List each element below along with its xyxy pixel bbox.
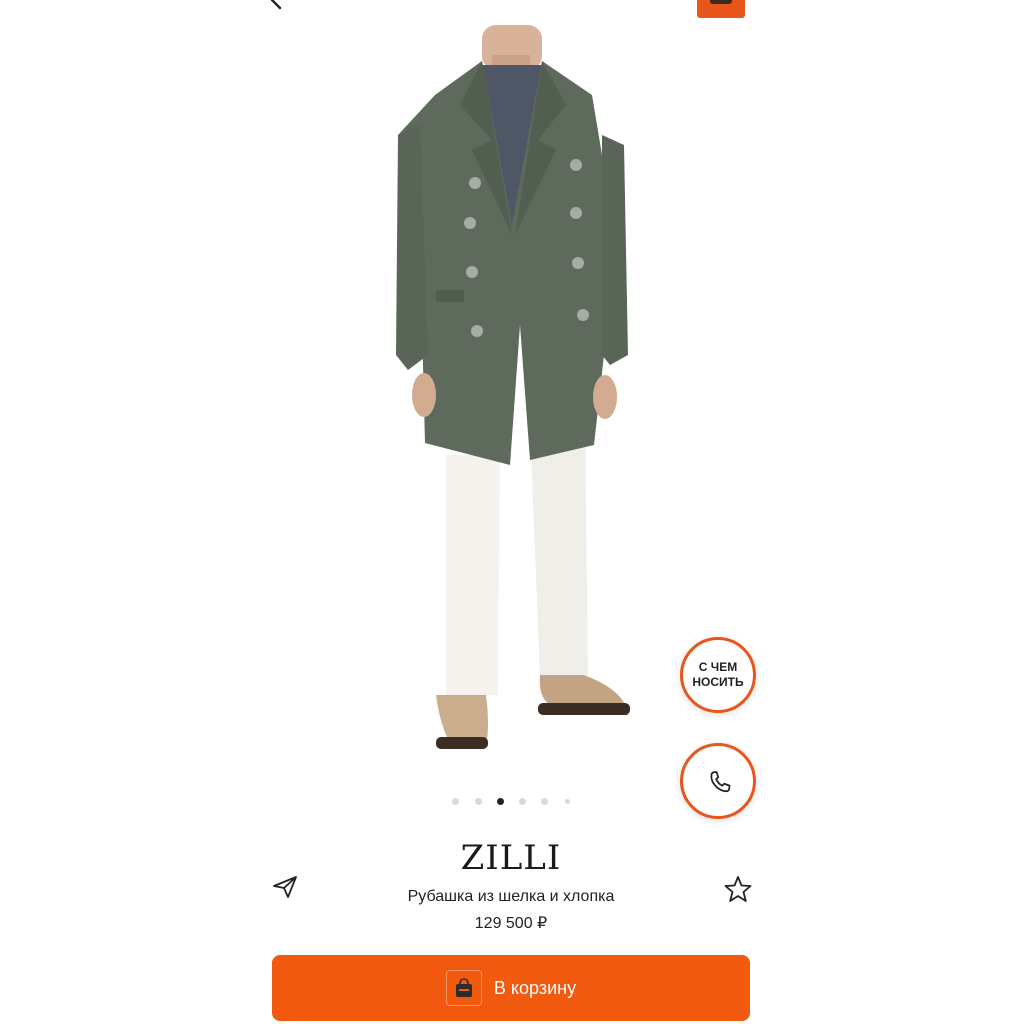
star-icon[interactable] xyxy=(723,874,753,904)
product-image[interactable] xyxy=(380,25,645,770)
pagination-dot-active[interactable] xyxy=(497,798,504,805)
call-button[interactable] xyxy=(680,743,756,819)
pagination-dot[interactable] xyxy=(475,798,482,805)
phone-icon xyxy=(710,771,731,793)
add-to-cart-button[interactable]: В корзину xyxy=(272,955,750,1021)
pagination-dot[interactable] xyxy=(519,798,526,805)
pagination-dot[interactable] xyxy=(565,799,570,804)
product-price: 129 500 ₽ xyxy=(474,915,548,932)
product-brand[interactable]: ZILLI xyxy=(430,838,592,878)
paper-plane-icon[interactable] xyxy=(272,875,298,899)
add-to-cart-label: В корзину xyxy=(493,977,577,998)
shopping-bag-icon xyxy=(445,970,482,1006)
pagination-dot[interactable] xyxy=(452,798,459,805)
pagination-dot[interactable] xyxy=(541,798,548,805)
gallery-pagination xyxy=(450,796,580,806)
product-title: Рубашка из шелка и хлопка xyxy=(407,888,615,905)
shopping-bag-icon[interactable] xyxy=(697,0,745,18)
what-to-wear-button[interactable]: С ЧЕМ НОСИТЬ xyxy=(680,637,756,713)
chevron-left-icon[interactable] xyxy=(264,0,288,12)
what-to-wear-label: С ЧЕМ НОСИТЬ xyxy=(692,660,744,689)
